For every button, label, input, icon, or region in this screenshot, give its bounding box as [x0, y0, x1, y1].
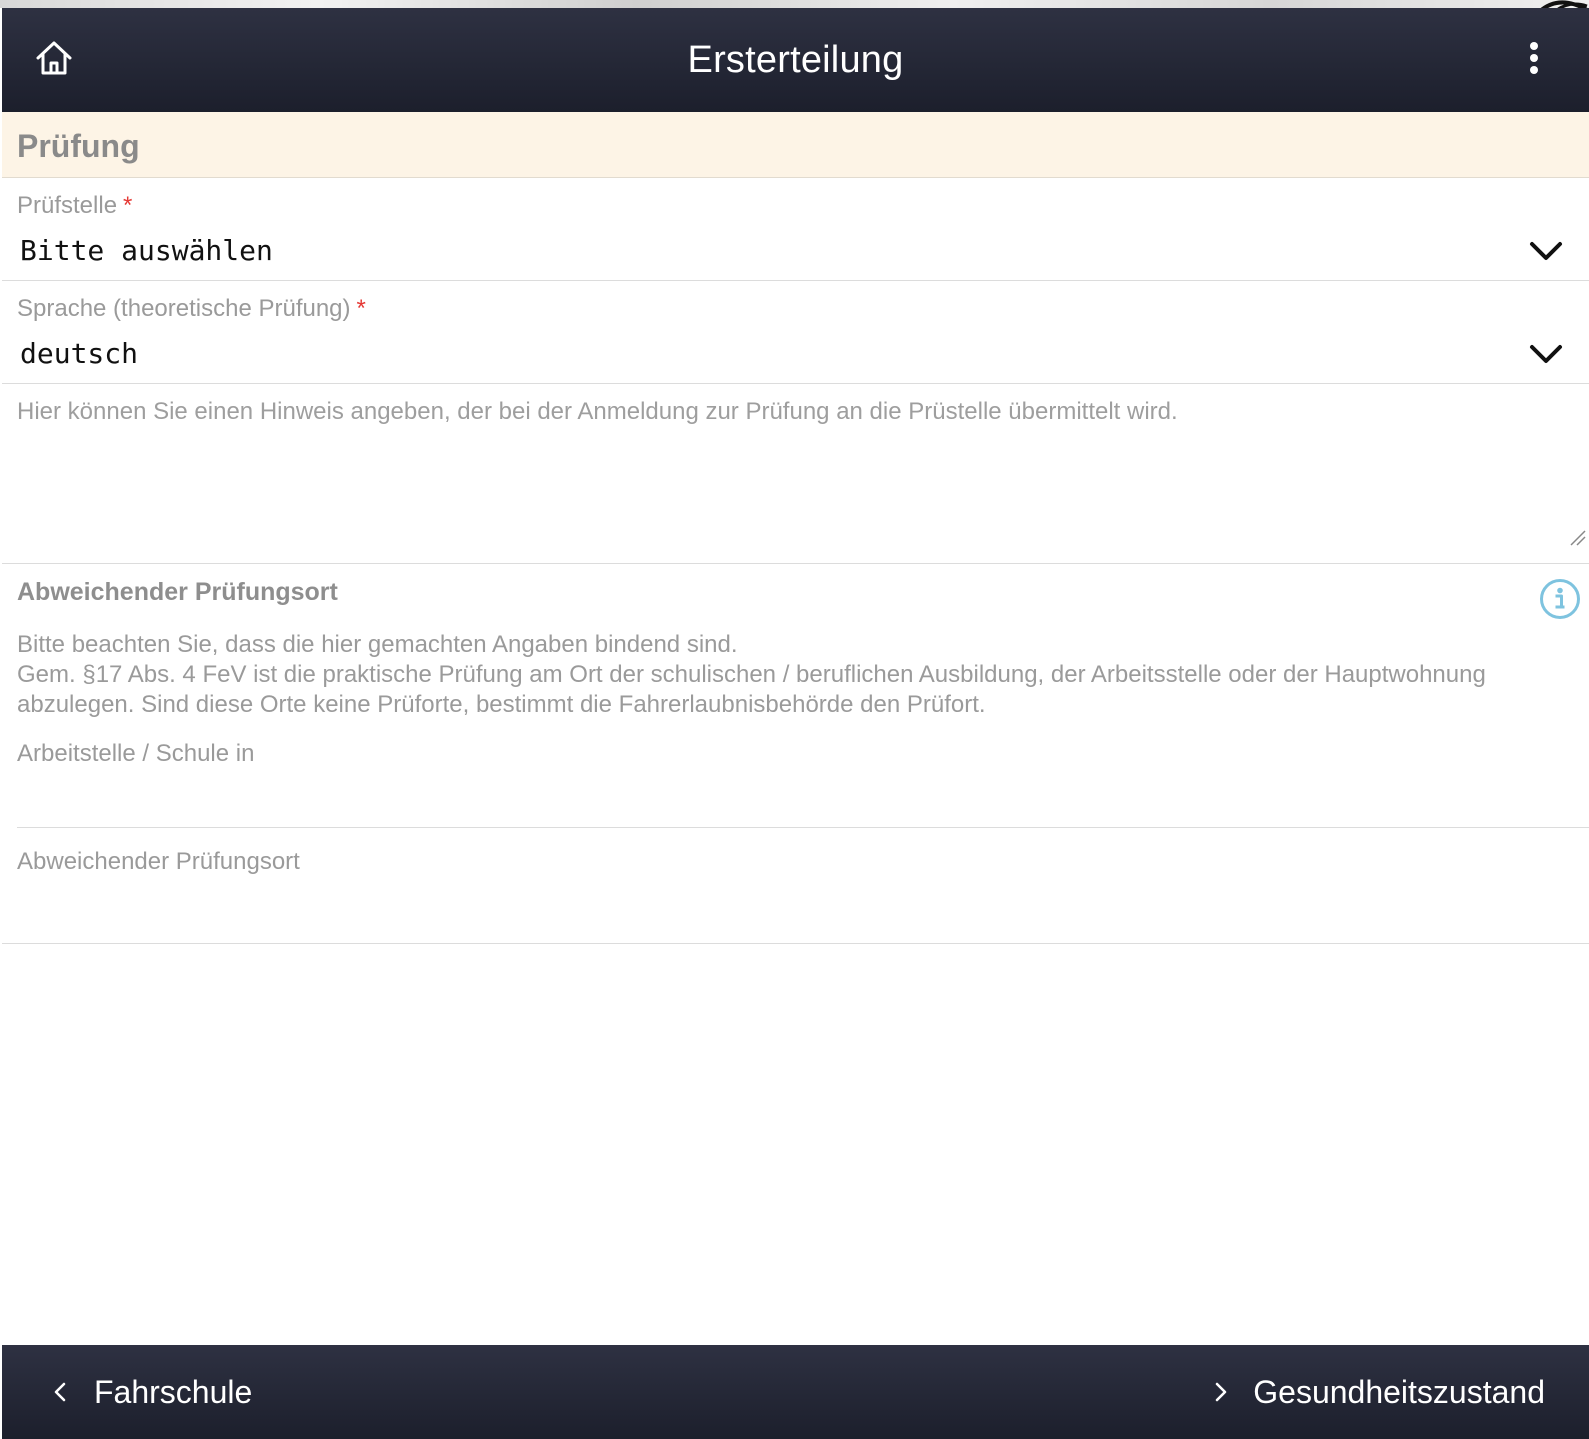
chevron-left-icon: [54, 1382, 66, 1402]
page-title: Ersterteilung: [687, 39, 904, 81]
required-marker: *: [356, 295, 366, 322]
pruefstelle-value: Bitte auswählen: [20, 234, 273, 267]
next-button-label: Gesundheitszustand: [1253, 1373, 1545, 1410]
alt-place-input[interactable]: Abweichender Prüfungsort: [2, 848, 1589, 944]
background-strip: [0, 0, 1589, 8]
hinweis-placeholder: Hier können Sie einen Hinweis angeben, d…: [17, 398, 1178, 425]
chevron-right-icon: [1216, 1382, 1227, 1402]
alt-location-title: Abweichender Prüfungsort: [17, 578, 338, 606]
alt-location-description: Bitte beachten Sie, dass die hier gemach…: [17, 630, 1497, 720]
back-button-label: Fahrschule: [94, 1373, 253, 1410]
workplace-label: Arbeitstelle / Schule in: [17, 740, 255, 767]
alt-location-desc-line2: Gem. §17 Abs. 4 FeV ist die praktische P…: [17, 661, 1486, 718]
section-title: Prüfung: [17, 128, 140, 164]
alt-location-desc-line1: Bitte beachten Sie, dass die hier gemach…: [17, 631, 738, 658]
more-vertical-icon: [1530, 42, 1538, 74]
hinweis-textarea[interactable]: Hier können Sie einen Hinweis angeben, d…: [2, 384, 1589, 564]
app-window: Ersterteilung Prüfung Prüfstelle * Bitte …: [0, 0, 1589, 1439]
chevron-down-icon: [1530, 242, 1562, 260]
workplace-input[interactable]: Arbeitstelle / Schule in: [17, 740, 1589, 828]
info-icon[interactable]: [1539, 578, 1581, 620]
back-button[interactable]: Fahrschule: [50, 1345, 252, 1439]
required-marker: *: [123, 192, 133, 219]
next-button[interactable]: Gesundheitszustand: [1211, 1345, 1545, 1439]
sprache-label-text: Sprache (theoretische Prüfung): [17, 295, 351, 322]
home-button[interactable]: [32, 36, 76, 80]
footer-nav: Fahrschule Gesundheitszustand: [2, 1345, 1589, 1439]
pruefstelle-select[interactable]: Prüfstelle * Bitte auswählen: [2, 178, 1589, 281]
section-header: Prüfung: [2, 112, 1589, 178]
resize-grip-icon[interactable]: [1569, 529, 1587, 547]
alt-place-label: Abweichender Prüfungsort: [17, 848, 300, 875]
more-menu-button[interactable]: [1519, 38, 1549, 78]
home-icon: [36, 41, 72, 75]
chevron-down-icon: [1530, 345, 1562, 363]
sprache-value: deutsch: [20, 337, 139, 370]
pruefstelle-label-text: Prüfstelle: [17, 192, 118, 219]
pruefstelle-label: Prüfstelle *: [17, 192, 132, 220]
sprache-select[interactable]: Sprache (theoretische Prüfung) * deutsch: [2, 281, 1589, 384]
sprache-label: Sprache (theoretische Prüfung) *: [17, 295, 366, 323]
app-header: Ersterteilung: [2, 8, 1589, 112]
